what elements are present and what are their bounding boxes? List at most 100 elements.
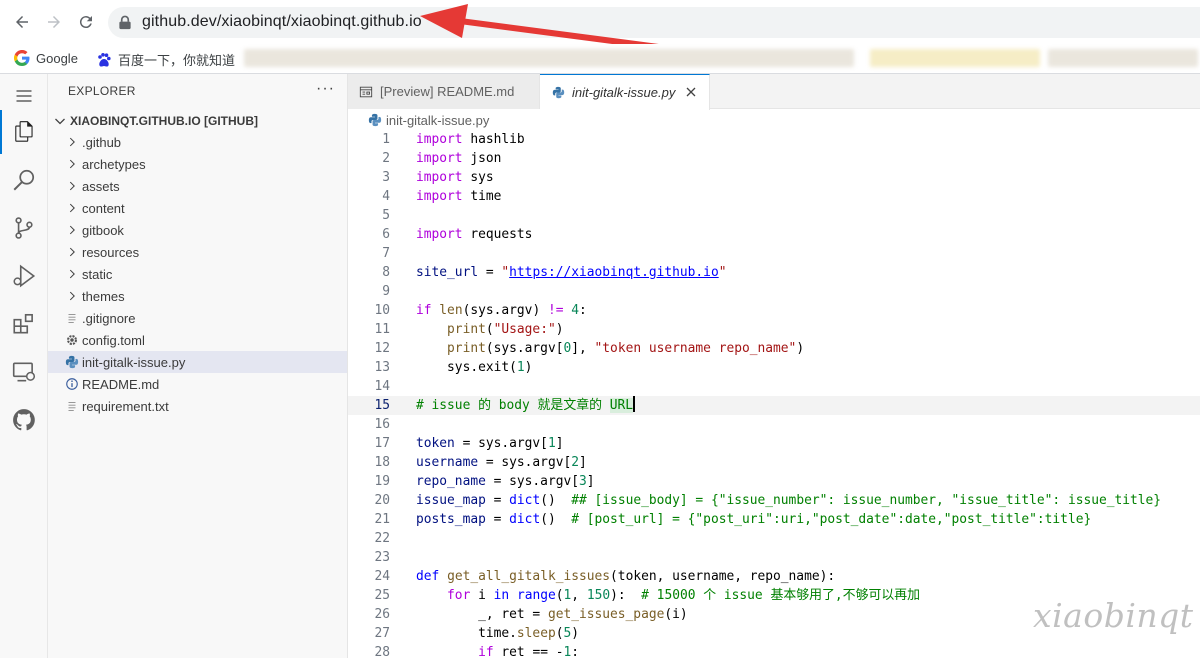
- remote-explorer-button[interactable]: [0, 350, 48, 394]
- bookmark-baidu[interactable]: 百度一下，你就知道: [96, 50, 235, 69]
- code-token: ):: [610, 588, 642, 603]
- code-line[interactable]: 3 import sys: [348, 168, 1200, 187]
- workspace-root-folder[interactable]: XIAOBINQT.GITHUB.IO [GITHUB]: [52, 111, 258, 131]
- extensions-icon: [13, 313, 33, 334]
- code-line[interactable]: 23: [348, 548, 1200, 567]
- code-line[interactable]: 17 token = sys.argv[1]: [348, 434, 1200, 453]
- code-line[interactable]: 10 if len(sys.argv) != 4:: [348, 301, 1200, 320]
- source-control-button[interactable]: [0, 206, 48, 250]
- tree-file[interactable]: .gitignore: [48, 307, 347, 329]
- code-line[interactable]: 18 username = sys.argv[2]: [348, 453, 1200, 472]
- code-token: 1: [547, 436, 556, 451]
- tree-folder[interactable]: gitbook: [48, 219, 347, 241]
- code-token: 3: [579, 474, 587, 489]
- line-number: 26: [374, 607, 390, 622]
- tree-file[interactable]: init-gitalk-issue.py: [48, 351, 347, 373]
- code-line[interactable]: 1 import hashlib: [348, 130, 1200, 149]
- search-view-button[interactable]: [0, 158, 48, 202]
- chevron-right-icon: [69, 269, 75, 279]
- explorer-more-actions-icon[interactable]: ···: [316, 80, 335, 98]
- code-text: time.sleep(5): [416, 624, 579, 643]
- tree-folder[interactable]: archetypes: [48, 153, 347, 175]
- code-line[interactable]: 21 posts_map = dict() # [post_url] = {"po…: [348, 510, 1200, 529]
- code-line[interactable]: 22: [348, 529, 1200, 548]
- code-line[interactable]: 11 print("Usage:"): [348, 320, 1200, 339]
- tree-item-label: requirement.txt: [82, 398, 169, 414]
- activity-bar: [0, 74, 48, 658]
- code-line[interactable]: 19 repo_name = sys.argv[3]: [348, 472, 1200, 491]
- code-line[interactable]: 8 site_url = "https://xiaobinqt.github.io…: [348, 263, 1200, 282]
- tree-file[interactable]: requirement.txt: [48, 395, 347, 417]
- tab-preview-readme[interactable]: [Preview] README.md: [348, 74, 540, 109]
- code-text: sys.exit(1): [416, 358, 532, 377]
- line-number: 9: [382, 284, 390, 299]
- gear-icon: [64, 332, 80, 348]
- code-line[interactable]: 6 import requests: [348, 225, 1200, 244]
- explorer-view-button[interactable]: [0, 110, 48, 154]
- breadcrumb-file[interactable]: init-gitalk-issue.py: [386, 113, 489, 128]
- line-number: 24: [374, 569, 390, 584]
- code-token: sleep: [516, 626, 556, 641]
- tree-folder[interactable]: themes: [48, 285, 347, 307]
- line-number: 5: [382, 208, 390, 223]
- line-number: 12: [374, 341, 390, 356]
- code-line[interactable]: 4 import time: [348, 187, 1200, 206]
- reload-button[interactable]: [74, 10, 98, 34]
- run-debug-icon: [13, 264, 36, 288]
- chevron-right-icon: [64, 266, 80, 282]
- code-line[interactable]: 13 sys.exit(1): [348, 358, 1200, 377]
- extensions-button[interactable]: [0, 302, 48, 346]
- code-token: ": [718, 265, 727, 280]
- code-editor[interactable]: 1 import hashlib 2 import json 3 import sys 4 i…: [348, 130, 1200, 658]
- code-line[interactable]: 2 import json: [348, 149, 1200, 168]
- watermark-text: xiaobinqt: [1033, 596, 1194, 635]
- code-token: (: [555, 588, 564, 603]
- bookmarks-bar: Google 百度一下，你就知道: [0, 44, 1200, 74]
- tree-folder[interactable]: content: [48, 197, 347, 219]
- tree-folder[interactable]: static: [48, 263, 347, 285]
- tree-item-label: assets: [82, 178, 120, 194]
- source-control-icon: [15, 217, 33, 239]
- file-lines-icon: [68, 402, 76, 411]
- bookmark-google[interactable]: Google: [14, 50, 78, 66]
- code-token: if: [416, 303, 432, 318]
- tree-folder[interactable]: .github: [48, 131, 347, 153]
- search-icon: [13, 169, 35, 191]
- file-lines-icon: [68, 314, 76, 323]
- file-lines-icon: [64, 398, 80, 414]
- code-line[interactable]: 20 issue_map = dict() ## [issue_body] = {…: [348, 491, 1200, 510]
- info-icon: [64, 376, 80, 392]
- code-token: import: [416, 132, 463, 147]
- tree-file[interactable]: README.md: [48, 373, 347, 395]
- breadcrumb[interactable]: init-gitalk-issue.py: [348, 110, 1200, 130]
- back-button[interactable]: [10, 10, 34, 34]
- code-token: :: [579, 303, 587, 318]
- github-button[interactable]: [0, 398, 48, 442]
- run-debug-button[interactable]: [0, 254, 48, 298]
- code-line[interactable]: 28 if ret == -1:: [348, 643, 1200, 658]
- tab-init-gitalk-issue[interactable]: init-gitalk-issue.py: [540, 74, 710, 110]
- code-token: hashlib: [462, 132, 525, 147]
- tree-folder[interactable]: resources: [48, 241, 347, 263]
- tree-folder[interactable]: assets: [48, 175, 347, 197]
- close-icon[interactable]: [683, 84, 699, 100]
- address-url[interactable]: github.dev/xiaobinqt/xiaobinqt.github.io: [142, 13, 422, 31]
- code-line[interactable]: 15 # issue 的 body 就是文章的 URL: [348, 396, 1200, 415]
- code-line[interactable]: 5: [348, 206, 1200, 225]
- tree-file[interactable]: config.toml: [48, 329, 347, 351]
- tree-item-label: init-gitalk-issue.py: [82, 354, 186, 370]
- forward-button[interactable]: [42, 10, 66, 34]
- code-token: (token, username, repo_name):: [610, 569, 836, 584]
- code-text: import time: [416, 187, 501, 206]
- chevron-right-icon: [64, 156, 80, 172]
- line-number: 19: [374, 474, 390, 489]
- address-bar[interactable]: github.dev/xiaobinqt/xiaobinqt.github.io: [108, 7, 1200, 38]
- code-line[interactable]: 9: [348, 282, 1200, 301]
- code-line[interactable]: 24 def get_all_gitalk_issues(token, usern…: [348, 567, 1200, 586]
- code-line[interactable]: 14: [348, 377, 1200, 396]
- blurred-bookmarks: [870, 49, 1040, 67]
- code-line[interactable]: 7: [348, 244, 1200, 263]
- info-icon: [66, 378, 78, 390]
- code-line[interactable]: 16: [348, 415, 1200, 434]
- code-line[interactable]: 12 print(sys.argv[0], "token username re…: [348, 339, 1200, 358]
